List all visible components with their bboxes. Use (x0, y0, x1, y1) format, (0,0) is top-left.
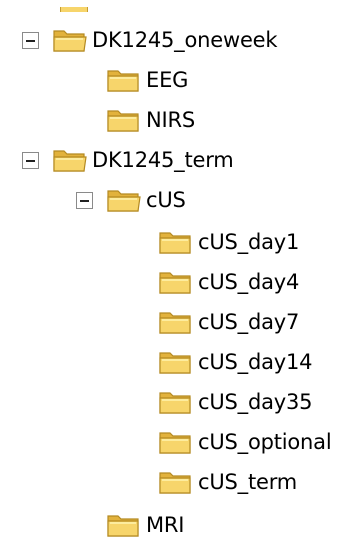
folder-tree: DK1245_oneweek EEG NIRS DK1245_term cUS … (0, 0, 360, 552)
folder-icon (158, 387, 194, 417)
tree-item-nirs[interactable]: NIRS (0, 100, 360, 140)
tree-item-label: cUS_optional (198, 430, 332, 454)
folder-icon (158, 467, 194, 497)
tree-item-label: DK1245_oneweek (92, 28, 278, 52)
tree-item-label: cUS_day14 (198, 350, 313, 374)
tree-item-cus-term[interactable]: cUS_term (0, 462, 360, 502)
folder-icon (158, 307, 194, 337)
tree-item-label: cUS_day35 (198, 390, 313, 414)
tree-item-label: cUS_day1 (198, 230, 300, 254)
folder-icon (158, 427, 194, 457)
tree-item-cus[interactable]: cUS (0, 180, 360, 220)
folder-icon (158, 227, 194, 257)
tree-item-mri[interactable]: MRI (0, 505, 360, 545)
folder-open-icon (52, 145, 88, 175)
folder-icon (106, 105, 142, 135)
tree-item-label: DK1245_term (92, 148, 234, 172)
tree-item-cus-day14[interactable]: cUS_day14 (0, 342, 360, 382)
tree-item-cus-day1[interactable]: cUS_day1 (0, 222, 360, 262)
tree-item-label: cUS_term (198, 470, 298, 494)
tree-item-eeg[interactable]: EEG (0, 60, 360, 100)
folder-open-icon (106, 185, 142, 215)
folder-icon (158, 267, 194, 297)
tree-item-label: cUS (146, 188, 186, 212)
collapse-toggle-icon[interactable] (76, 192, 93, 209)
folder-icon (60, 0, 88, 12)
tree-item-cus-day4[interactable]: cUS_day4 (0, 262, 360, 302)
folder-icon (106, 65, 142, 95)
tree-item-dk1245-term[interactable]: DK1245_term (0, 140, 360, 180)
tree-item-cus-day35[interactable]: cUS_day35 (0, 382, 360, 422)
tree-item-label: EEG (146, 68, 189, 92)
folder-icon (106, 510, 142, 540)
tree-item-label: cUS_day4 (198, 270, 300, 294)
tree-item-cus-optional[interactable]: cUS_optional (0, 422, 360, 462)
folder-icon (158, 347, 194, 377)
tree-item-cus-day7[interactable]: cUS_day7 (0, 302, 360, 342)
collapse-toggle-icon[interactable] (22, 32, 39, 49)
collapse-toggle-icon[interactable] (22, 152, 39, 169)
tree-item-label: NIRS (146, 108, 196, 132)
tree-item-dk1245-oneweek[interactable]: DK1245_oneweek (0, 20, 360, 60)
tree-item-label: MRI (146, 513, 185, 537)
tree-item-label: cUS_day7 (198, 310, 300, 334)
folder-open-icon (52, 25, 88, 55)
